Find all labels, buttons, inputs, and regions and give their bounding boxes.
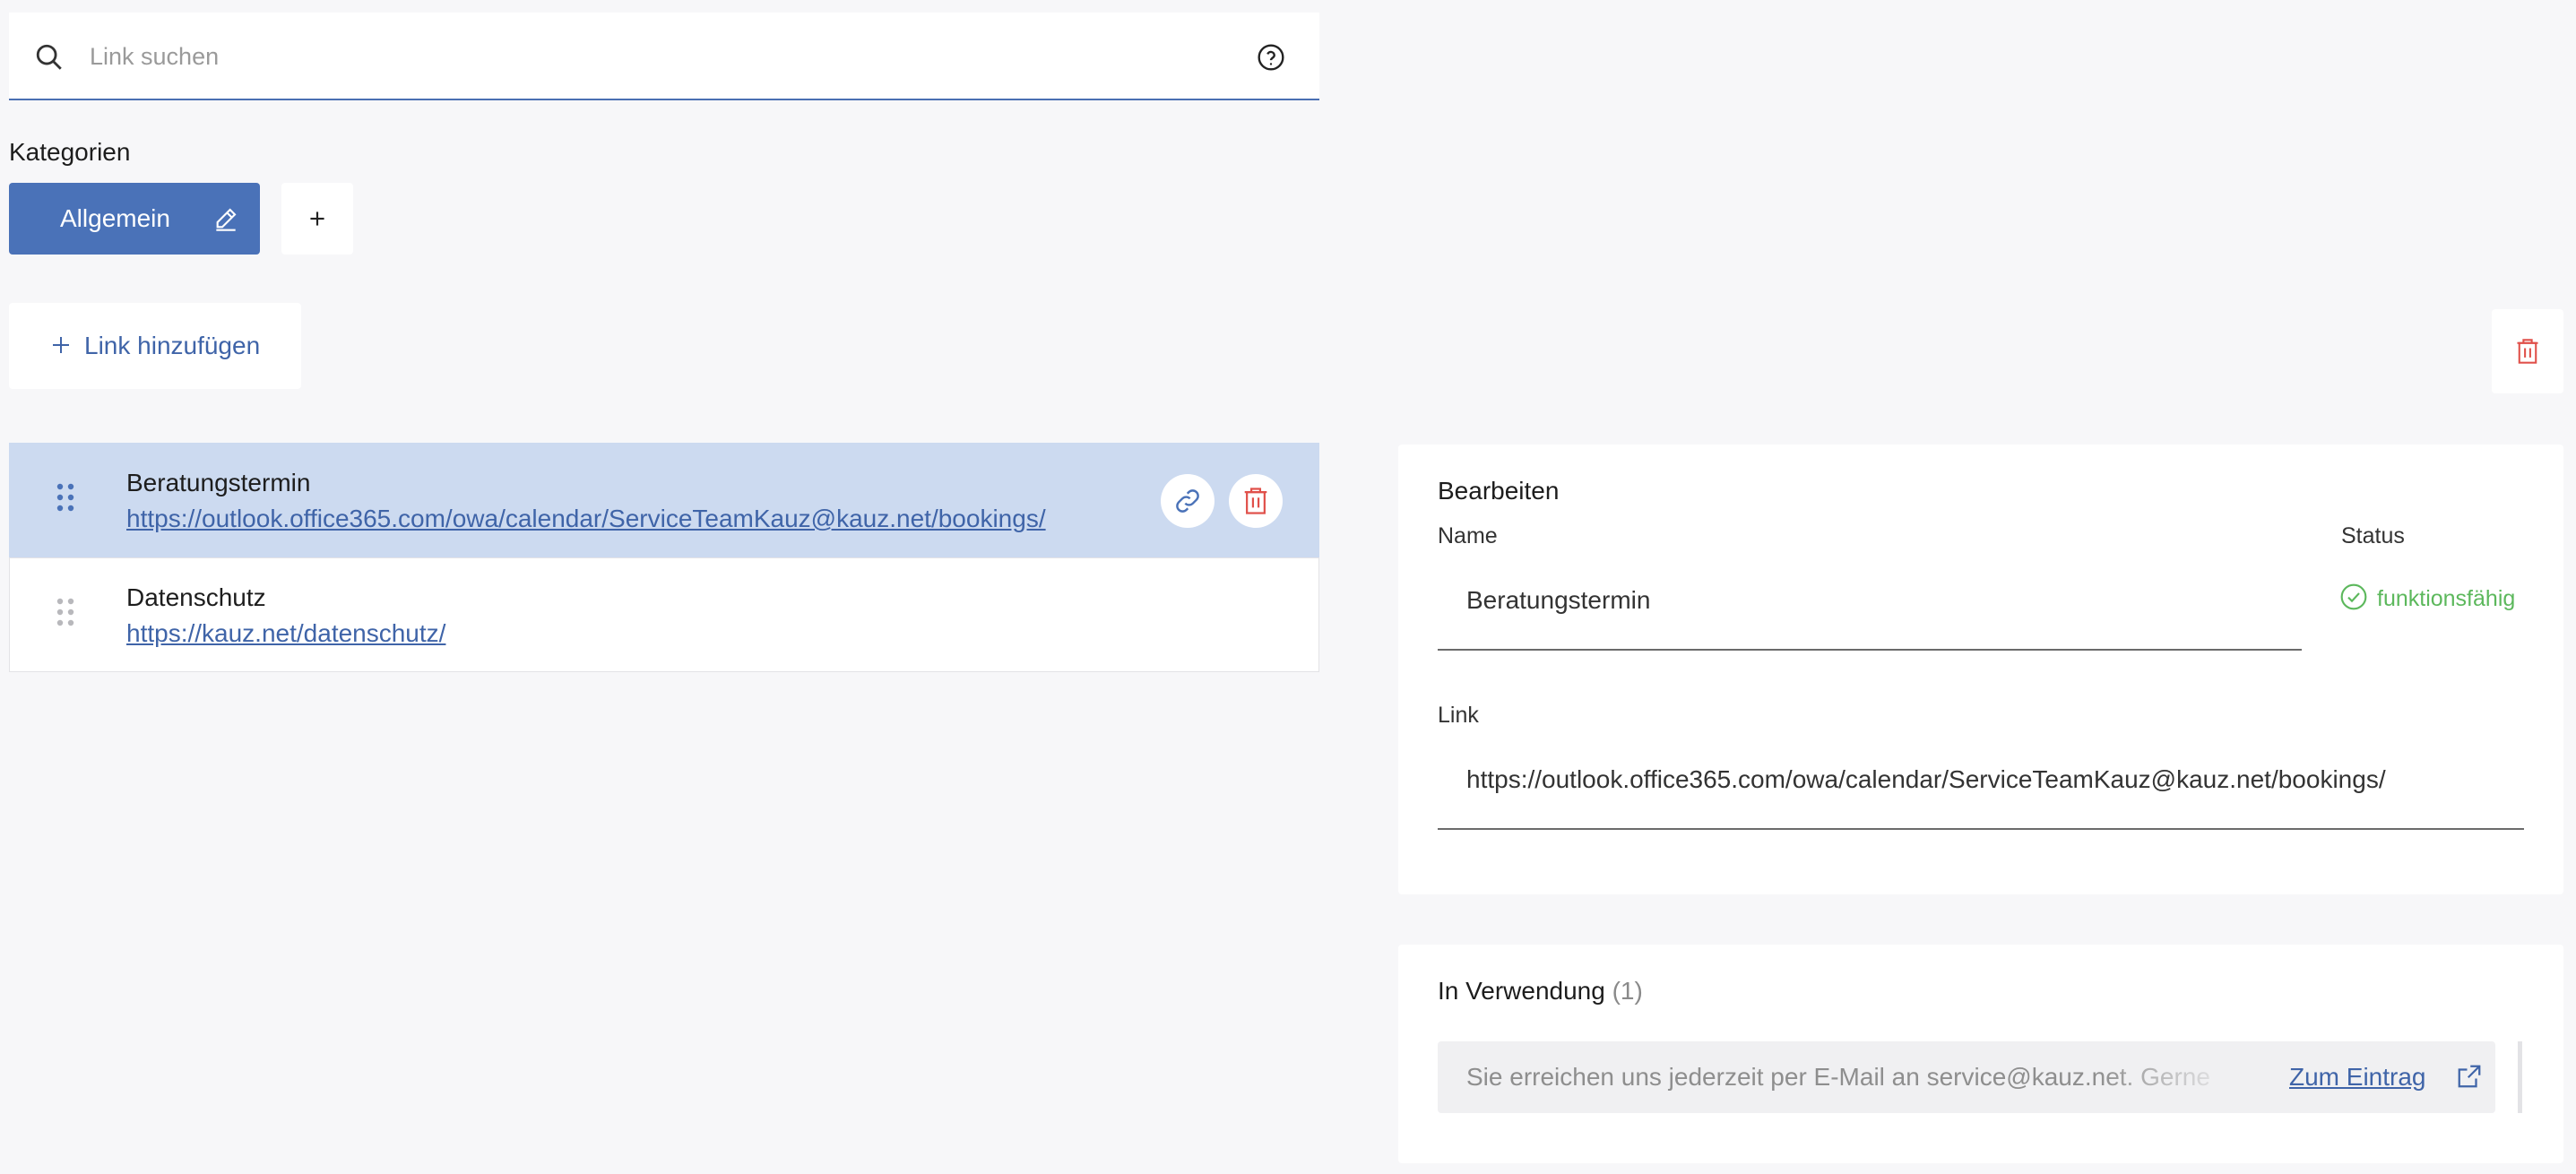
search-input[interactable] <box>90 36 1210 77</box>
add-link-button[interactable]: Link hinzufügen <box>9 303 301 389</box>
plus-icon <box>310 211 324 226</box>
plus-icon <box>53 337 69 353</box>
name-field-value: Beratungstermin <box>1466 586 1651 614</box>
drag-handle-icon[interactable] <box>55 596 76 628</box>
goto-entry-link[interactable]: Zum Eintrag <box>2289 1063 2426 1092</box>
drag-handle-icon[interactable] <box>55 481 76 514</box>
link-field[interactable]: https://outlook.office365.com/owa/calend… <box>1438 744 2524 830</box>
add-category-button[interactable] <box>281 183 353 255</box>
link-name: Beratungstermin <box>126 469 311 496</box>
categories-label: Kategorien <box>9 138 131 166</box>
usage-title-text: In Verwendung <box>1438 977 1605 1005</box>
link-name: Datenschutz <box>126 583 266 611</box>
link-field-value: https://outlook.office365.com/owa/calend… <box>1466 765 2386 793</box>
trash-icon <box>1244 488 1267 514</box>
link-url[interactable]: https://kauz.net/datenschutz/ <box>126 619 445 648</box>
usage-entry: Sie erreichen uns jederzeit per E-Mail a… <box>1438 1041 2495 1113</box>
usage-entry-text: Sie erreichen uns jederzeit per E-Mail a… <box>1466 1063 2210 1091</box>
delete-link-button[interactable] <box>1229 474 1283 528</box>
edit-panel: Bearbeiten Name Beratungstermin Status f… <box>1398 445 2563 894</box>
link-list-item[interactable]: Datenschutz https://kauz.net/datenschutz… <box>9 557 1319 672</box>
link-field-label: Link <box>1438 703 1479 728</box>
delete-category-button[interactable] <box>2492 309 2563 393</box>
pencil-icon[interactable] <box>212 204 240 233</box>
name-field[interactable]: Beratungstermin <box>1438 565 2302 651</box>
category-chip-allgemein[interactable]: Allgemein <box>9 183 260 255</box>
help-icon[interactable] <box>1257 43 1285 72</box>
usage-panel-title: In Verwendung (1) <box>1438 977 1643 1006</box>
link-url[interactable]: https://outlook.office365.com/owa/calend… <box>126 505 1046 533</box>
usage-count: (1) <box>1612 977 1643 1005</box>
check-circle-icon <box>2340 583 2367 610</box>
search-bar[interactable] <box>9 13 1319 100</box>
link-icon <box>1176 489 1199 513</box>
add-link-label: Link hinzufügen <box>84 332 261 359</box>
link-list-item[interactable]: Beratungstermin https://outlook.office36… <box>9 443 1319 557</box>
usage-panel: In Verwendung (1) Sie erreichen uns jede… <box>1398 945 2563 1163</box>
status-label: Status <box>2341 523 2405 548</box>
trash-icon <box>2517 339 2538 364</box>
external-link-icon[interactable] <box>2456 1063 2483 1090</box>
category-chip-label: Allgemein <box>60 204 170 232</box>
name-field-label: Name <box>1438 523 1498 548</box>
search-icon <box>36 44 62 70</box>
usage-scrollbar[interactable] <box>2518 1041 2522 1113</box>
open-link-button[interactable] <box>1161 474 1215 528</box>
status-value: funktionsfähig <box>2377 586 2516 611</box>
edit-panel-title: Bearbeiten <box>1438 477 1560 505</box>
